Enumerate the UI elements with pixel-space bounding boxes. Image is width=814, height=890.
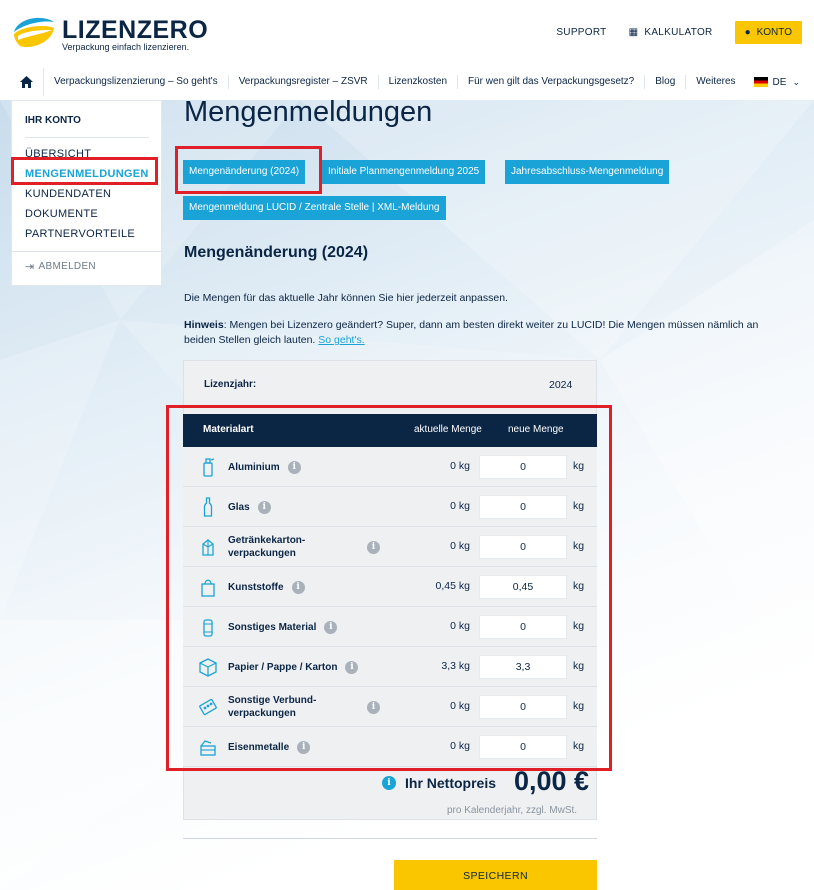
hint-label: Hinweis: [184, 319, 224, 331]
brand-logo[interactable]: LIZENZERO Verpackung einfach lizenzieren…: [12, 12, 208, 54]
account-label: KONTO: [756, 26, 792, 38]
nav-item-blog[interactable]: Blog: [645, 75, 687, 89]
sidebar-divider: [25, 137, 149, 138]
nav-item-more[interactable]: Weiteres: [686, 75, 745, 89]
highlight-box-tab: [175, 146, 322, 194]
tab-lucid-xml[interactable]: Mengenmeldung LUCID / Zentrale Stelle | …: [183, 196, 446, 220]
home-icon: [20, 76, 33, 88]
calculator-icon: ▦: [628, 26, 639, 38]
brand-claim: Verpackung einfach lizenzieren.: [62, 42, 190, 52]
price-info-icon[interactable]: i: [382, 776, 396, 790]
top-links: SUPPORT ▦ KALKULATOR ● KONTO: [556, 20, 802, 44]
logo-mark-icon: [14, 17, 54, 48]
tab-initial-plan[interactable]: Initiale Planmengenmeldung 2025: [322, 160, 486, 184]
account-button[interactable]: ● KONTO: [734, 20, 802, 44]
license-year-value: 2024: [549, 379, 573, 391]
hint-link[interactable]: So geht's.: [318, 334, 364, 346]
sidebar-item-documents[interactable]: DOKUMENTE: [25, 208, 98, 220]
price-divider: [183, 838, 597, 839]
section-title: Mengenänderung (2024): [184, 244, 369, 261]
sidebar-title: IHR KONTO: [25, 115, 81, 126]
highlight-box-table: [166, 405, 612, 771]
page-title: Mengenmeldungen: [184, 96, 433, 128]
nav-item-licensing[interactable]: Verpackungslizenzierung – So geht's: [44, 75, 229, 89]
user-icon: ●: [744, 26, 751, 38]
language-label: DE: [772, 76, 787, 88]
nav-item-law[interactable]: Für wen gilt das Verpackungsgesetz?: [458, 75, 646, 89]
logout-label: ABMELDEN: [38, 261, 96, 272]
main-navigation: Verpackungslizenzierung – So geht's Verp…: [0, 68, 814, 96]
calculator-link[interactable]: ▦ KALKULATOR: [629, 27, 713, 38]
highlight-box-sidebar: [11, 157, 158, 185]
hint-body: : Mengen bei Lizenzero geändert? Super, …: [184, 319, 759, 346]
account-sidebar: IHR KONTO ÜBERSICHT MENGENMELDUNGEN KUND…: [11, 100, 162, 286]
brand-name: LIZENZERO: [62, 16, 209, 44]
home-link[interactable]: [10, 68, 44, 96]
price-label: Ihr Nettopreis: [405, 775, 497, 791]
site-header: LIZENZERO Verpackung einfach lizenzieren…: [0, 0, 814, 100]
save-button[interactable]: SPEICHERN: [394, 860, 597, 890]
chevron-down-icon: ⌄: [792, 76, 800, 87]
nav-item-register[interactable]: Verpackungsregister – ZSVR: [229, 75, 379, 89]
support-link[interactable]: SUPPORT: [556, 27, 606, 38]
tab-annual-report[interactable]: Jahresabschluss-Mengenmeldung: [505, 160, 670, 184]
german-flag-icon: [753, 77, 768, 87]
sidebar-item-customer-data[interactable]: KUNDENDATEN: [25, 188, 111, 200]
language-selector[interactable]: DE ⌄: [753, 76, 800, 88]
logout-icon: ⇥: [25, 261, 35, 273]
license-year-label: Lizenzjahr:: [204, 379, 257, 390]
logout-link[interactable]: ⇥ ABMELDEN: [25, 260, 96, 273]
nav-item-costs[interactable]: Lizenzkosten: [379, 75, 459, 89]
sidebar-item-partner-benefits[interactable]: PARTNERVORTEILE: [25, 228, 135, 240]
price-note: pro Kalenderjahr, zzgl. MwSt.: [447, 805, 578, 816]
calculator-label: KALKULATOR: [644, 26, 713, 38]
sidebar-divider: [12, 251, 161, 252]
intro-text: Die Mengen für das aktuelle Jahr können …: [184, 292, 508, 304]
hint-text: Hinweis: Mengen bei Lizenzero geändert? …: [184, 318, 784, 348]
